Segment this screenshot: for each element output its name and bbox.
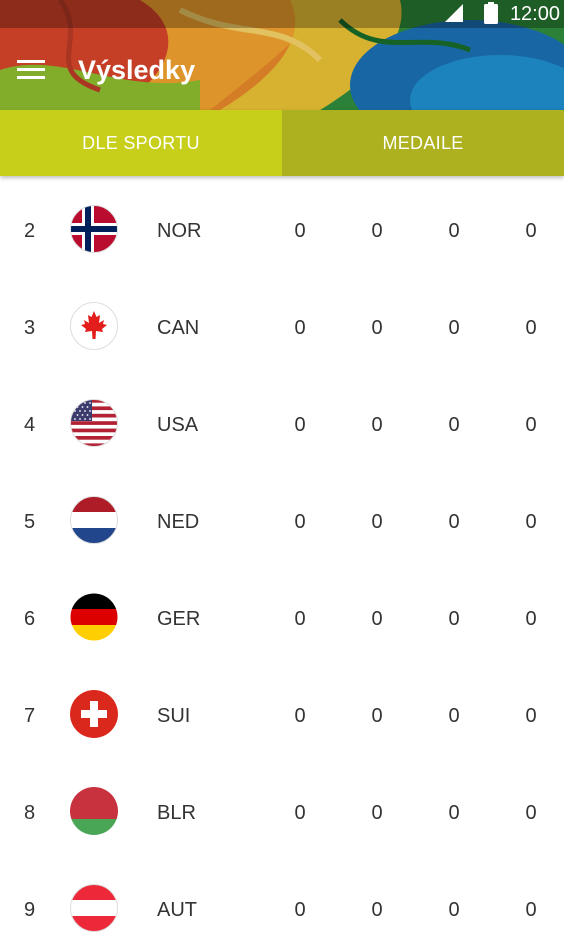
medal-value: 0 [448,608,460,630]
country-code: NED [157,511,200,533]
table-row[interactable]: 6 GER 0 0 0 0 [0,564,564,661]
medal-value: 0 [371,608,383,630]
medal-value: 0 [294,317,306,339]
status-bar: 12:00 [0,0,564,28]
medal-value: 0 [294,705,306,727]
app-bar: 12:00 Výsledky [0,0,564,110]
canada-flag-icon [70,302,118,350]
medal-value: 0 [525,705,537,727]
table-row[interactable]: 5 NED 0 0 0 0 [0,467,564,564]
medal-value: 0 [294,802,306,824]
medal-value: 0 [525,317,537,339]
usa-flag-icon [70,399,118,447]
medal-value: 0 [448,414,460,436]
country-code: GER [157,608,201,630]
tab-by-sport[interactable]: DLE SPORTU [0,110,282,176]
rank: 8 [24,802,36,824]
medal-list: 2 NOR 0 0 0 0 3 CAN 0 0 0 0 4 USA 0 0 0 … [0,176,564,952]
tab-medals[interactable]: MEDAILE [282,110,564,176]
table-row[interactable]: 8 BLR 0 0 0 0 [0,758,564,855]
menu-icon [17,60,45,79]
country-code: BLR [157,802,196,824]
country-code: SUI [157,705,191,727]
belarus-flag-icon [70,787,118,835]
rank: 9 [24,899,36,921]
medal-value: 0 [525,802,537,824]
tab-bar: DLE SPORTU MEDAILE [0,110,564,176]
table-row[interactable]: 4 USA 0 0 0 0 [0,370,564,467]
rank: 7 [24,705,36,727]
medal-value: 0 [525,511,537,533]
medal-value: 0 [448,802,460,824]
rank: 6 [24,608,36,630]
medal-value: 0 [525,608,537,630]
country-code: CAN [157,317,200,339]
cell-signal-icon [445,4,463,22]
medal-value: 0 [294,220,306,242]
rank: 5 [24,511,36,533]
germany-flag-icon [70,593,118,641]
medal-value: 0 [525,414,537,436]
norway-flag-icon [70,205,118,253]
battery-icon [484,2,498,24]
menu-button[interactable] [12,52,50,88]
austria-flag-icon [70,884,118,932]
medal-value: 0 [371,220,383,242]
rank: 4 [24,414,36,436]
medal-value: 0 [448,511,460,533]
table-row[interactable]: 9 AUT 0 0 0 0 [0,855,564,952]
medal-value: 0 [371,705,383,727]
table-row[interactable]: 3 CAN 0 0 0 0 [0,273,564,370]
medal-value: 0 [525,220,537,242]
netherlands-flag-icon [70,496,118,544]
medal-value: 0 [371,802,383,824]
medal-value: 0 [294,511,306,533]
country-code: AUT [157,899,197,921]
switzerland-flag-icon [70,690,118,738]
medal-value: 0 [448,705,460,727]
medal-value: 0 [294,899,306,921]
medal-value: 0 [371,317,383,339]
medal-value: 0 [371,899,383,921]
table-row[interactable]: 7 SUI 0 0 0 0 [0,661,564,758]
medal-value: 0 [448,899,460,921]
table-row[interactable]: 2 NOR 0 0 0 0 [0,176,564,273]
rank: 2 [24,220,36,242]
country-code: NOR [157,220,202,242]
country-code: USA [157,414,199,436]
medal-value: 0 [371,414,383,436]
medal-value: 0 [294,608,306,630]
medal-value: 0 [294,414,306,436]
medal-value: 0 [525,899,537,921]
page-title: Výsledky [78,55,196,85]
medal-value: 0 [371,511,383,533]
rank: 3 [24,317,36,339]
status-time: 12:00 [509,3,560,25]
medal-value: 0 [448,317,460,339]
medal-value: 0 [448,220,460,242]
